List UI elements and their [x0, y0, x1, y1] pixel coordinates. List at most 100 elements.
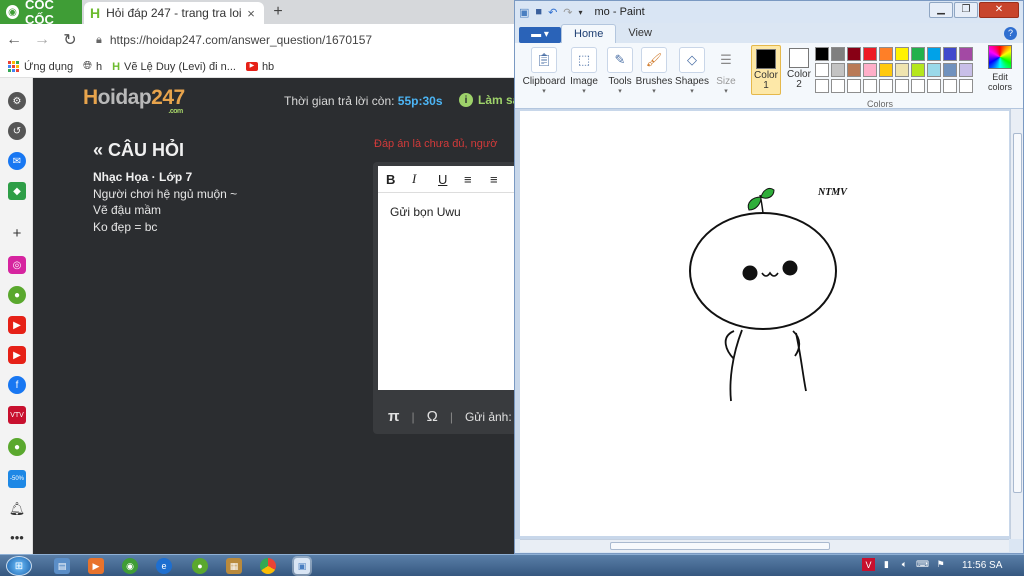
start-button[interactable]: ⊞	[6, 556, 32, 576]
ie-icon[interactable]: e	[156, 558, 172, 574]
volume-icon[interactable]: 🔈︎	[898, 558, 911, 571]
flag-icon[interactable]: ⚑	[934, 558, 947, 571]
instagram-icon[interactable]: ◎	[8, 256, 26, 274]
save-icon[interactable]: ■	[535, 6, 542, 18]
palette-swatch[interactable]	[927, 63, 941, 77]
chat-icon[interactable]: ●	[8, 286, 26, 304]
youtube-icon[interactable]: ▶	[8, 346, 26, 364]
paint-app-icon[interactable]: ▣	[519, 6, 529, 19]
plus-icon[interactable]: +	[8, 224, 26, 242]
tools-group[interactable]: ✎ Tools ▾	[603, 45, 637, 105]
tab-view[interactable]: View	[616, 24, 664, 43]
palette-swatch[interactable]	[863, 79, 877, 93]
vtv-icon[interactable]: VTV	[8, 406, 26, 424]
paint-canvas[interactable]: NTMV	[520, 111, 1009, 536]
pi-icon[interactable]: π	[388, 408, 399, 425]
history-icon[interactable]: ↺	[8, 122, 26, 140]
palette-swatch[interactable]	[847, 79, 861, 93]
bell-icon[interactable]: 🔔︎	[8, 500, 26, 518]
palette-swatch[interactable]	[863, 63, 877, 77]
underline-button[interactable]: U	[438, 172, 464, 187]
scroll-thumb[interactable]	[1013, 133, 1022, 493]
bookmark-apps[interactable]: Ứng dụng	[8, 61, 73, 73]
bookmark-ve-le-duy[interactable]: H Vẽ Lệ Duy (Levi) đi n...	[112, 61, 236, 73]
coccoc-taskbar-icon[interactable]: ◉	[122, 558, 138, 574]
align-left-button[interactable]: ≡	[464, 172, 490, 187]
coccoc-menu-button[interactable]: ◉ CỐC CỐC	[0, 0, 82, 27]
package-icon[interactable]: ▦	[226, 558, 242, 574]
align-center-button[interactable]: ≡	[490, 172, 516, 187]
palette-swatch[interactable]	[943, 47, 957, 61]
horizontal-scrollbar[interactable]	[520, 539, 1009, 552]
palette-swatch[interactable]	[927, 79, 941, 93]
palette-swatch[interactable]	[879, 79, 893, 93]
bookmark-h[interactable]: 🌐︎ h	[83, 60, 102, 73]
palette-swatch[interactable]	[847, 63, 861, 77]
lam-sai-button[interactable]: i Làm sa	[459, 93, 519, 107]
color1-button[interactable]: Color 1	[751, 45, 781, 95]
chat-icon[interactable]: ●	[8, 438, 26, 456]
color2-button[interactable]: Color 2	[785, 45, 813, 95]
palette-swatch[interactable]	[895, 63, 909, 77]
paint-taskbar-icon[interactable]: ▣	[294, 558, 310, 574]
clock[interactable]: 11:56 SA	[962, 560, 1002, 571]
scroll-thumb[interactable]	[610, 542, 830, 550]
gear-icon[interactable]: ⚙	[8, 92, 26, 110]
undo-icon[interactable]: ↶	[548, 6, 557, 19]
game-icon[interactable]: ◆	[8, 182, 26, 200]
tab-close-icon[interactable]: ×	[244, 6, 258, 21]
more-icon[interactable]: •••	[8, 528, 26, 546]
palette-swatch[interactable]	[943, 79, 957, 93]
palette-swatch[interactable]	[927, 47, 941, 61]
brushes-group[interactable]: 🖌︎ Brushes ▾	[635, 45, 673, 105]
language-icon[interactable]: ⌨	[916, 558, 929, 571]
palette-swatch[interactable]	[911, 47, 925, 61]
palette-swatch[interactable]	[847, 47, 861, 61]
minimize-button[interactable]: ▁	[929, 2, 953, 18]
palette-swatch[interactable]	[815, 47, 829, 61]
palette-swatch[interactable]	[911, 63, 925, 77]
redo-icon[interactable]: ↷	[563, 6, 572, 19]
vertical-scrollbar[interactable]	[1010, 109, 1023, 539]
image-group[interactable]: ⬚ Image ▾	[567, 45, 601, 105]
size-group[interactable]: ☰ Size ▾	[711, 45, 741, 105]
tab-home[interactable]: Home	[561, 24, 617, 43]
explorer-icon[interactable]: ▤	[54, 558, 70, 574]
palette-swatch[interactable]	[911, 79, 925, 93]
palette-swatch[interactable]	[895, 79, 909, 93]
clipboard-group[interactable]: 📋︎ Clipboard ▾	[523, 45, 565, 105]
palette-swatch[interactable]	[879, 47, 893, 61]
palette-swatch[interactable]	[943, 63, 957, 77]
site-logo[interactable]: Hoidap247 .com	[83, 86, 185, 115]
network-icon[interactable]: ▮	[880, 558, 893, 571]
palette-swatch[interactable]	[831, 79, 845, 93]
tab-hoidap247[interactable]: H Hỏi đáp 247 - trang tra loi ×	[84, 2, 264, 24]
palette-swatch[interactable]	[863, 47, 877, 61]
palette-swatch[interactable]	[959, 47, 973, 61]
close-button[interactable]: ✕	[979, 2, 1019, 18]
send-image-label[interactable]: Gửi ảnh:	[465, 410, 512, 424]
italic-button[interactable]: I	[412, 171, 438, 187]
edit-colors-button[interactable]: Edit colors	[983, 45, 1017, 92]
new-tab-button[interactable]: +	[268, 3, 288, 21]
palette-swatch[interactable]	[831, 47, 845, 61]
sale-icon[interactable]: -50%	[8, 470, 26, 488]
palette-swatch[interactable]	[879, 63, 893, 77]
bookmark-hb[interactable]: ▶ hb	[245, 61, 274, 73]
help-icon[interactable]: ?	[1004, 27, 1017, 40]
youtube-icon[interactable]: ▶	[8, 316, 26, 334]
maximize-button[interactable]: ❐	[954, 2, 978, 18]
palette-swatch[interactable]	[959, 79, 973, 93]
answer-textarea[interactable]: Gửi bọn Uwu	[378, 192, 518, 390]
file-menu-button[interactable]: ▬ ▾	[519, 27, 561, 43]
omega-icon[interactable]: Ω	[427, 408, 438, 425]
messenger-icon[interactable]: ✉	[8, 152, 26, 170]
reload-icon[interactable]: ↻	[56, 30, 84, 50]
double-chevron-left-icon[interactable]: «	[93, 140, 103, 160]
palette-swatch[interactable]	[959, 63, 973, 77]
customize-icon[interactable]: ▾	[579, 8, 583, 17]
back-icon[interactable]: ←	[0, 31, 28, 49]
palette-swatch[interactable]	[815, 63, 829, 77]
shapes-group[interactable]: ◇ Shapes ▾	[675, 45, 709, 105]
palette-swatch[interactable]	[831, 63, 845, 77]
